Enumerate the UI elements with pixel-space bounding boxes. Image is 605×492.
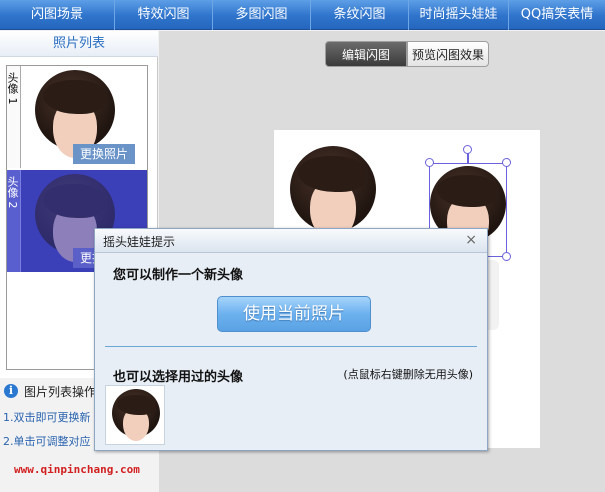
new-avatar-heading: 您可以制作一个新头像: [113, 268, 244, 283]
used-avatar-heading: 也可以选择用过的头像: [113, 370, 244, 385]
info-icon: i: [4, 384, 18, 398]
dialog-titlebar: 摇头娃娃提示 ×: [95, 229, 487, 253]
used-avatar-thumbnail[interactable]: [105, 385, 165, 445]
rotate-handle[interactable]: [463, 145, 472, 154]
change-photo-button[interactable]: 更换照片: [73, 144, 135, 164]
preview-mode-button[interactable]: 预览闪图效果: [407, 41, 489, 67]
tab-effect-flash[interactable]: 特效闪图: [115, 0, 213, 30]
info-line-1: 1.双击即可更换新: [3, 411, 91, 424]
resize-handle-top-left[interactable]: [425, 158, 434, 167]
tab-qq-emoji[interactable]: QQ搞笑表情: [509, 0, 605, 30]
avatar: [112, 389, 160, 443]
resize-handle-top-right[interactable]: [502, 158, 511, 167]
info-line-2: 2.单击可调整对应: [3, 435, 91, 448]
site-watermark: www.qinpinchang.com: [14, 463, 140, 476]
tab-flash-scene[interactable]: 闪图场景: [0, 0, 115, 30]
tab-bobblehead[interactable]: 时尚摇头娃娃: [409, 0, 509, 30]
divider: [105, 346, 477, 347]
tab-multi-image[interactable]: 多图闪图: [213, 0, 311, 30]
tab-stripe-flash[interactable]: 条纹闪图: [311, 0, 409, 30]
delete-hint: (点鼠标右键删除无用头像): [343, 368, 473, 381]
photo-list-title: 照片列表: [0, 31, 158, 57]
top-tab-bar: 闪图场景 特效闪图 多图闪图 条纹闪图 时尚摇头娃娃 QQ搞笑表情: [0, 0, 605, 30]
use-current-photo-button[interactable]: 使用当前照片: [217, 296, 371, 332]
resize-handle-bottom-right[interactable]: [502, 252, 511, 261]
photo-list-item-1[interactable]: 头像 1 更换照片: [7, 66, 147, 168]
info-title: 图片列表操作: [24, 385, 97, 399]
dialog-title: 摇头娃娃提示: [103, 235, 176, 249]
bobblehead-tip-dialog: 摇头娃娃提示 × 您可以制作一个新头像 使用当前照片 也可以选择用过的头像 (点…: [94, 228, 488, 451]
photo-item-label: 头像 1: [7, 66, 21, 168]
edit-mode-button[interactable]: 编辑闪图: [325, 41, 407, 67]
photo-item-label: 头像 2: [7, 170, 21, 272]
close-icon[interactable]: ×: [465, 232, 477, 248]
